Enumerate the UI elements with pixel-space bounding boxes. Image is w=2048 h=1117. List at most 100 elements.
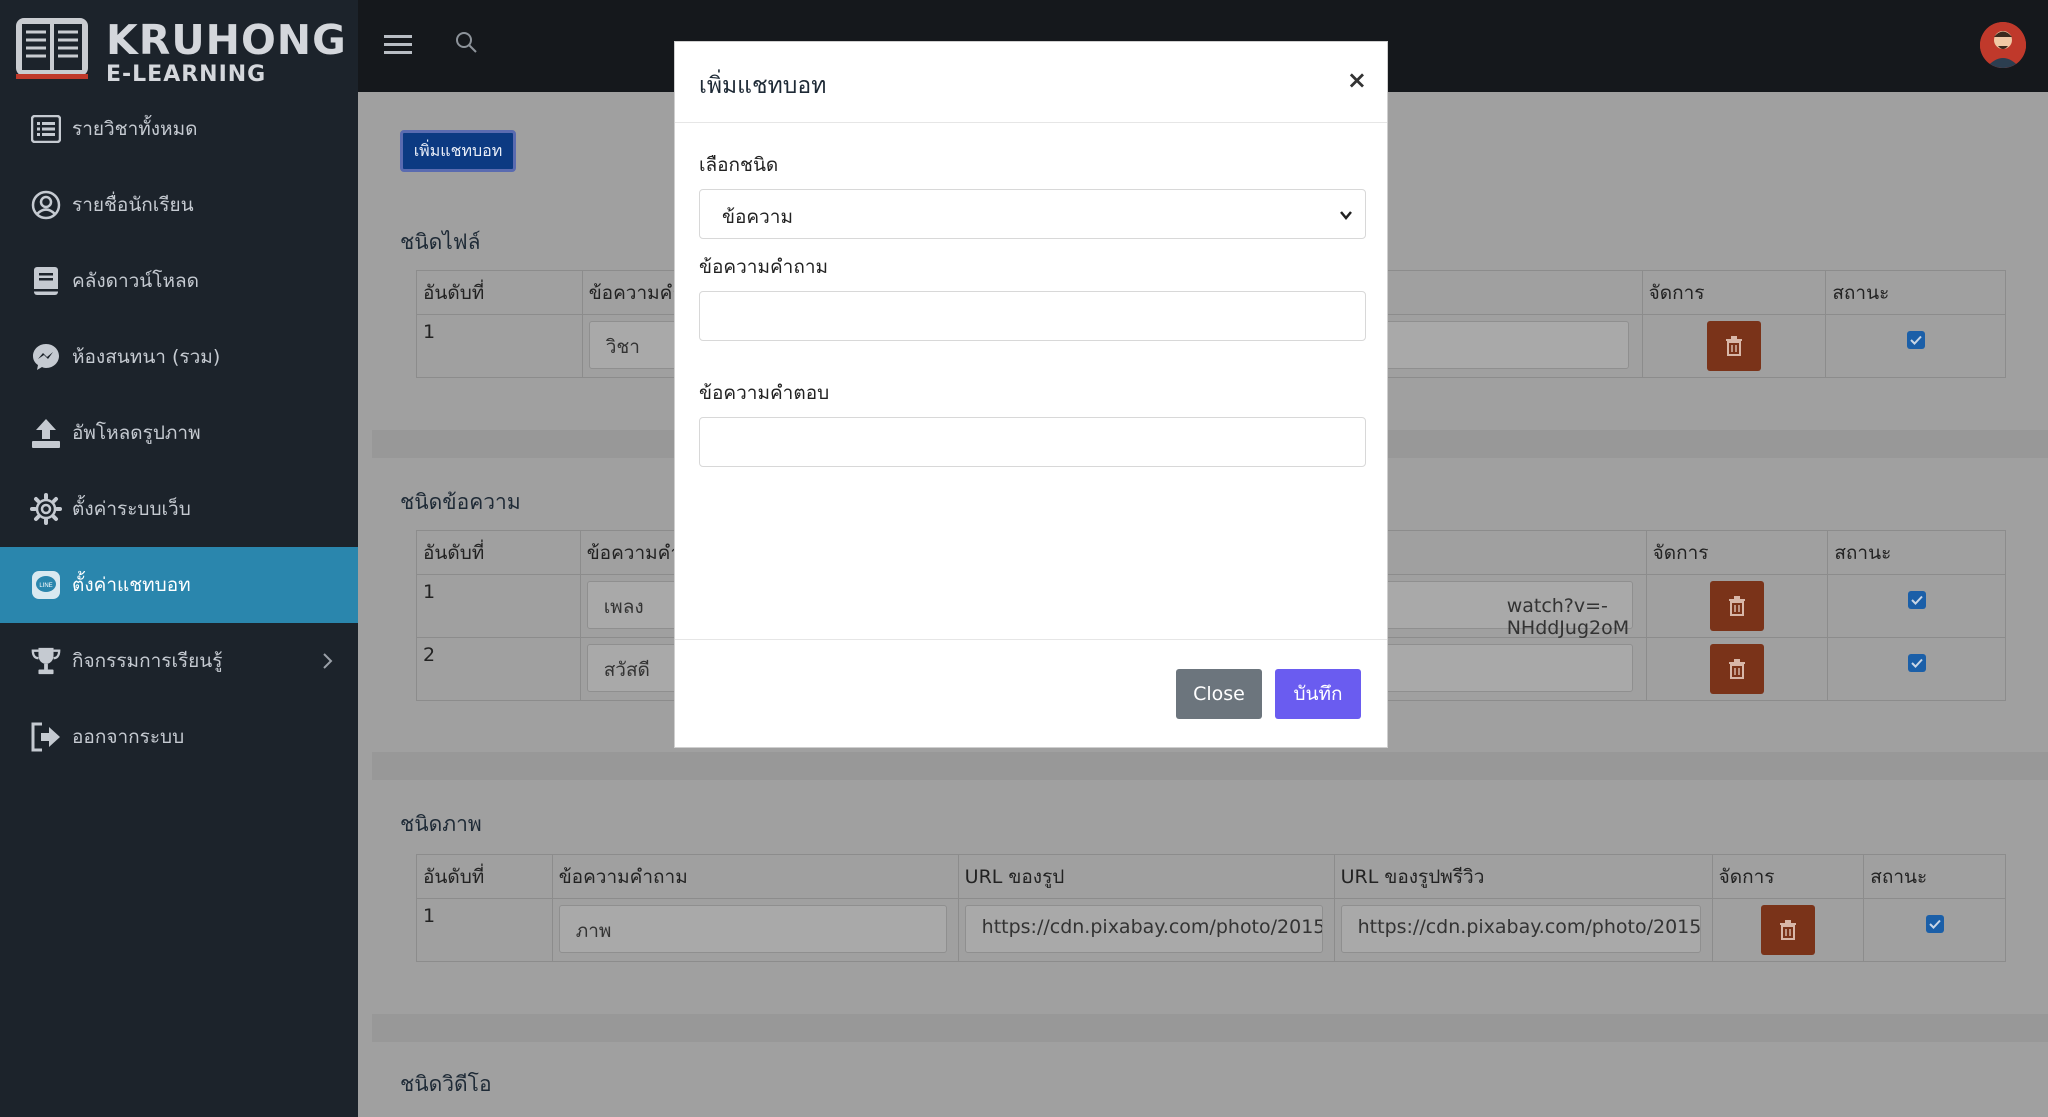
chevron-down-icon <box>1340 211 1352 220</box>
logout-icon <box>30 721 62 753</box>
answer-input[interactable] <box>699 417 1366 467</box>
user-avatar[interactable] <box>1980 22 2026 68</box>
check-icon <box>1910 595 1923 605</box>
close-button[interactable]: Close <box>1176 669 1262 719</box>
user-circle-icon <box>30 189 62 221</box>
sidebar-nav: รายวิชาทั้งหมด รายชื่อนักเรียน คลังดาวน์… <box>0 91 358 775</box>
status-checkbox[interactable] <box>1906 331 1925 349</box>
trash-icon <box>1725 336 1742 356</box>
brand-name: KRUHONG <box>106 16 347 64</box>
answer-text: watch?v=-NHddJug2oM <box>1506 595 1630 639</box>
book-logo-icon <box>16 18 88 79</box>
sidebar-item-upload-image[interactable]: อัพโหลดรูปภาพ <box>0 395 358 471</box>
trash-icon <box>1779 920 1796 940</box>
modal-title: เพิ่มแชทบอท <box>699 73 827 99</box>
row-url-cell: https://cdn.pixabay.com/photo/2015 <box>957 898 1335 962</box>
col-status: สถานะ <box>1827 530 2006 575</box>
sidebar-item-label: คลังดาวน์โหลด <box>72 270 200 292</box>
sidebar-item-label: ตั้งค่าระบบเว็บ <box>72 498 191 520</box>
sidebar-item-downloads[interactable]: คลังดาวน์โหลด <box>0 243 358 319</box>
sidebar-item-label: ห้องสนทนา (รวม) <box>72 346 221 368</box>
modal-header: เพิ่มแชทบอท × <box>675 42 1387 123</box>
status-checkbox[interactable] <box>1907 591 1926 609</box>
answer-label: ข้อความคำตอบ <box>699 382 830 404</box>
add-chatbot-modal: เพิ่มแชทบอท × เลือกชนิด ข้อความ ข้อความค… <box>674 41 1388 748</box>
delete-button[interactable] <box>1760 905 1815 955</box>
preview-url-input[interactable]: https://cdn.pixabay.com/photo/2015 <box>1340 905 1701 953</box>
col-status: สถานะ <box>1825 270 2006 315</box>
image-url-input[interactable]: https://cdn.pixabay.com/photo/2015 <box>964 905 1323 953</box>
row-preview-cell: https://cdn.pixabay.com/photo/2015 <box>1333 898 1713 962</box>
row-status-cell <box>1825 314 2006 378</box>
col-image-url: URL ของรูป <box>957 854 1335 899</box>
section-title-text: ชนิดข้อความ <box>400 490 521 514</box>
delete-button[interactable] <box>1709 581 1764 631</box>
trash-icon <box>1728 596 1745 616</box>
sidebar-item-learning-activities[interactable]: กิจกรรมการเรียนรู้ <box>0 623 358 699</box>
row-order: 1 <box>416 314 583 378</box>
col-preview-url: URL ของรูปพรีวิว <box>1333 854 1713 899</box>
row-manage-cell <box>1641 314 1827 378</box>
row-manage-cell <box>1645 637 1829 701</box>
section-title-video: ชนิดวิดีโอ <box>400 1072 492 1096</box>
row-manage-cell <box>1645 574 1829 638</box>
row-order: 2 <box>416 637 581 701</box>
sidebar-item-label: รายชื่อนักเรียน <box>72 194 194 216</box>
sidebar-item-web-settings[interactable]: ตั้งค่าระบบเว็บ <box>0 471 358 547</box>
col-status: สถานะ <box>1863 854 2006 899</box>
table-row: 1 ภาพ https://cdn.pixabay.com/photo/2015… <box>416 898 2006 962</box>
sidebar-item-chatbot-settings[interactable]: LINE ตั้งค่าแชทบอท <box>0 547 358 623</box>
sidebar-item-chatroom[interactable]: ห้องสนทนา (รวม) <box>0 319 358 395</box>
sidebar-item-label: ตั้งค่าแชทบอท <box>72 574 191 596</box>
save-button[interactable]: บันทึก <box>1275 669 1361 719</box>
delete-button[interactable] <box>1709 644 1764 694</box>
section-title-file: ชนิดไฟล์ <box>400 230 481 254</box>
search-icon[interactable] <box>454 30 480 56</box>
brand-logo[interactable]: KRUHONG E-LEARNING <box>14 12 347 87</box>
messenger-icon <box>30 341 62 373</box>
modal-footer: Close บันทึก <box>675 639 1387 747</box>
row-manage-cell <box>1711 898 1865 962</box>
trophy-icon <box>30 645 62 677</box>
row-question-cell: ภาพ <box>551 898 959 962</box>
sidebar: KRUHONG E-LEARNING รายวิชาทั้งหมด รายชื่… <box>0 0 358 1117</box>
row-order: 1 <box>416 574 581 638</box>
col-manage: จัดการ <box>1645 530 1829 575</box>
check-icon <box>1909 335 1922 345</box>
add-chatbot-button[interactable]: เพิ่มแชทบอท <box>400 130 516 172</box>
brand-tagline: E-LEARNING <box>106 62 267 87</box>
check-icon <box>1910 658 1923 668</box>
book-icon <box>30 265 62 297</box>
status-checkbox[interactable] <box>1907 654 1926 672</box>
question-input[interactable]: ภาพ <box>558 905 947 953</box>
sidebar-item-label: ออกจากระบบ <box>72 726 185 748</box>
list-icon <box>30 113 62 145</box>
col-order: อันดับที่ <box>416 530 581 575</box>
gear-icon <box>30 493 62 525</box>
row-status-cell <box>1863 898 2006 962</box>
line-chat-icon: LINE <box>30 569 62 601</box>
delete-button[interactable] <box>1706 321 1761 371</box>
type-select-value: ข้อความ <box>722 206 793 228</box>
col-manage: จัดการ <box>1641 270 1827 315</box>
col-manage: จัดการ <box>1711 854 1865 899</box>
sidebar-item-label: อัพโหลดรูปภาพ <box>72 422 201 444</box>
section-divider <box>372 1014 2048 1042</box>
section-divider <box>372 752 2048 780</box>
col-question: ข้อความคำถาม <box>551 854 959 899</box>
question-input[interactable] <box>699 291 1366 341</box>
type-select[interactable]: ข้อความ <box>699 189 1366 239</box>
sidebar-item-students[interactable]: รายชื่อนักเรียน <box>0 167 358 243</box>
modal-close-icon[interactable]: × <box>1347 66 1367 94</box>
image-table: อันดับที่ ข้อความคำถาม URL ของรูป URL ขอ… <box>416 854 2006 962</box>
sidebar-item-label: รายวิชาทั้งหมด <box>72 118 198 140</box>
sidebar-item-all-courses[interactable]: รายวิชาทั้งหมด <box>0 91 358 167</box>
hamburger-menu-icon[interactable] <box>384 33 412 55</box>
question-label: ข้อความคำถาม <box>699 256 829 278</box>
status-checkbox[interactable] <box>1925 915 1944 933</box>
row-status-cell <box>1827 637 2006 701</box>
section-title-image: ชนิดภาพ <box>400 812 482 836</box>
row-order: 1 <box>416 898 553 962</box>
sidebar-item-logout[interactable]: ออกจากระบบ <box>0 699 358 775</box>
col-order: อันดับที่ <box>416 270 583 315</box>
